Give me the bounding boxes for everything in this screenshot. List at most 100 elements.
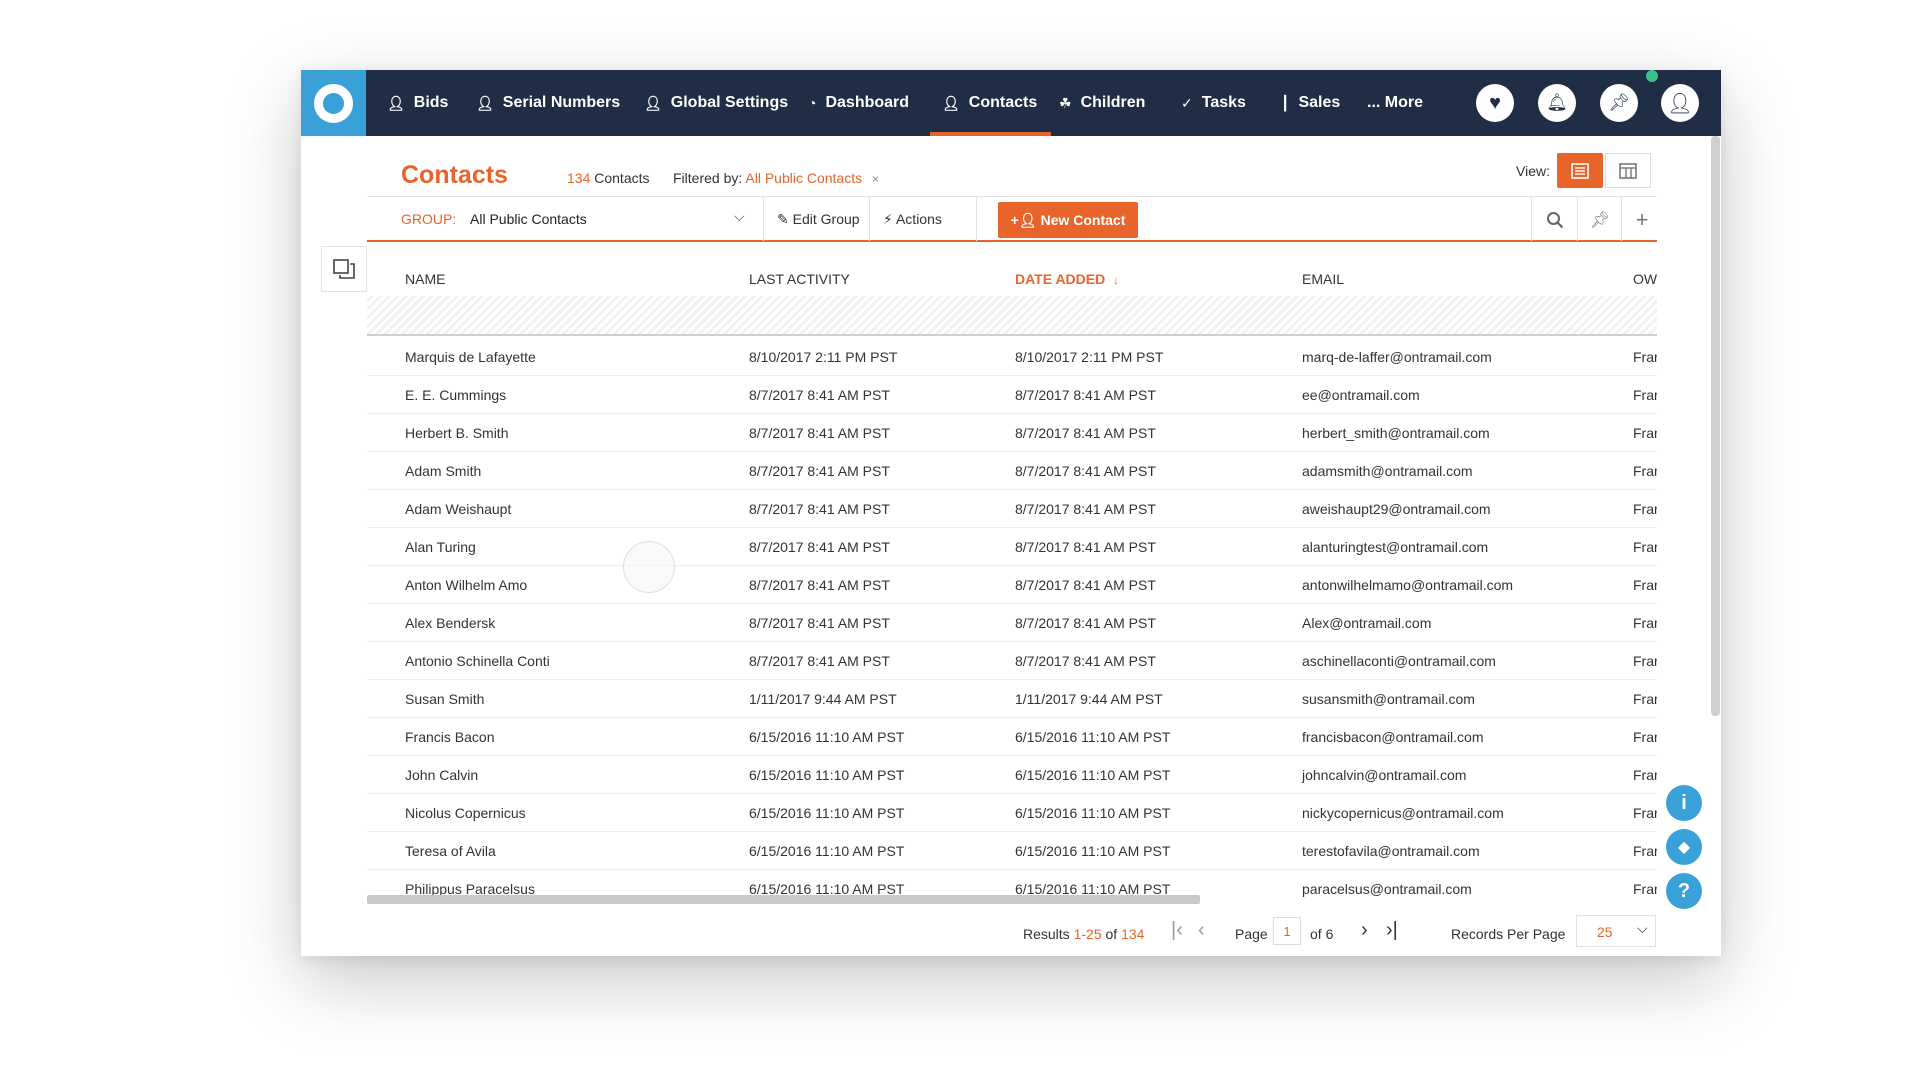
- new-contact-button[interactable]: +👤︎ New Contact: [998, 202, 1138, 238]
- cell-name[interactable]: Nicolus Copernicus: [405, 805, 526, 821]
- column-header-email[interactable]: EMAIL: [1302, 271, 1344, 287]
- table-row[interactable]: Herbert B. Smith 8/7/2017 8:41 AM PST 8/7/…: [367, 414, 1657, 452]
- card-view-button[interactable]: [1605, 153, 1651, 188]
- cell-name[interactable]: Adam Weishaupt: [405, 501, 511, 517]
- cell-email: aschinellaconti@ontramail.com: [1302, 653, 1496, 669]
- page-title: Contacts: [401, 161, 508, 189]
- list-view-button[interactable]: [1557, 153, 1603, 188]
- column-header-owner[interactable]: OWI: [1633, 271, 1657, 287]
- filter-value[interactable]: All Public Contacts: [745, 170, 862, 186]
- search-button[interactable]: [1540, 207, 1570, 233]
- records-per-page-select[interactable]: 25 ⌵: [1576, 915, 1656, 947]
- cell-name[interactable]: Alan Turing: [405, 539, 476, 555]
- help-button[interactable]: ?: [1666, 873, 1702, 909]
- chevron-down-icon[interactable]: ⌵: [734, 208, 745, 225]
- table-row[interactable]: John Calvin 6/15/2016 11:10 AM PST 6/15/20…: [367, 756, 1657, 794]
- table-row[interactable]: Francis Bacon 6/15/2016 11:10 AM PST 6/15/…: [367, 718, 1657, 756]
- notifications-button[interactable]: 🔔︎: [1538, 84, 1576, 122]
- clear-filter-icon[interactable]: ×: [872, 172, 879, 186]
- cell-owner: Frar: [1633, 577, 1657, 593]
- cell-date-added: 8/10/2017 2:11 PM PST: [1015, 349, 1164, 365]
- cell-date-added: 8/7/2017 8:41 AM PST: [1015, 425, 1156, 441]
- first-page-icon[interactable]: |‹: [1171, 919, 1183, 942]
- table-row[interactable]: Adam Weishaupt 8/7/2017 8:41 AM PST 8/7/20…: [367, 490, 1657, 528]
- nav-item-bids[interactable]: 👤︎ Bids: [387, 70, 448, 136]
- pin-view-button[interactable]: 📌︎: [1585, 207, 1615, 233]
- nav-item-dashboard[interactable]: ◔ Dashboard: [808, 70, 909, 136]
- search-icon: [1547, 212, 1564, 229]
- add-column-button[interactable]: +: [1627, 207, 1657, 233]
- nav-item-contacts[interactable]: 👤︎ Contacts: [929, 70, 1052, 136]
- edit-group-button[interactable]: ✎ Edit Group: [777, 211, 860, 228]
- avatar[interactable]: 👤︎: [1661, 84, 1699, 122]
- cell-name[interactable]: Susan Smith: [405, 691, 484, 707]
- prev-page-icon[interactable]: ‹: [1198, 919, 1205, 942]
- cell-email: antonwilhelmamo@ontramail.com: [1302, 577, 1514, 593]
- cell-owner: Frar: [1633, 881, 1657, 897]
- table-row[interactable]: Teresa of Avila 6/15/2016 11:10 AM PST 6/1…: [367, 832, 1657, 870]
- select-all-toggle[interactable]: [321, 246, 367, 292]
- table-row[interactable]: Antonio Schinella Conti 8/7/2017 8:41 AM …: [367, 642, 1657, 680]
- pin-button[interactable]: 📌︎: [1600, 84, 1638, 122]
- table-row[interactable]: Nicolus Copernicus 6/15/2016 11:10 AM PST…: [367, 794, 1657, 832]
- favorites-button[interactable]: ♥: [1476, 84, 1514, 122]
- cell-owner: Frar: [1633, 349, 1657, 365]
- page-number-input[interactable]: 1: [1273, 917, 1301, 945]
- cell-last-activity: 8/7/2017 8:41 AM PST: [749, 425, 890, 441]
- nav-item-global-settings[interactable]: 👤︎ Global Settings: [644, 70, 788, 136]
- nav-item-children[interactable]: ☘ Children: [1059, 70, 1145, 136]
- column-header-date-added[interactable]: DATE ADDED ↓: [1015, 271, 1119, 287]
- info-button[interactable]: i: [1666, 785, 1702, 821]
- next-page-icon[interactable]: ›: [1361, 919, 1368, 942]
- nav-item-serial-numbers[interactable]: 👤︎ Serial Numbers: [476, 70, 620, 136]
- academy-button[interactable]: ◆: [1666, 829, 1702, 865]
- table-row[interactable]: Adam Smith 8/7/2017 8:41 AM PST 8/7/2017 8…: [367, 452, 1657, 490]
- cell-name[interactable]: Antonio Schinella Conti: [405, 653, 550, 669]
- table-row[interactable]: Alan Turing 8/7/2017 8:41 AM PST 8/7/2017 …: [367, 528, 1657, 566]
- last-page-icon[interactable]: ›|: [1386, 919, 1398, 942]
- nav-item-tasks[interactable]: ✓ Tasks: [1181, 70, 1246, 136]
- actions-label: Actions: [895, 211, 942, 227]
- table-row[interactable]: Alex Bendersk 8/7/2017 8:41 AM PST 8/7/201…: [367, 604, 1657, 642]
- vertical-scrollbar[interactable]: [1711, 136, 1720, 716]
- contacts-table: NAME LAST ACTIVITY DATE ADDED ↓ EMAIL OW…: [367, 244, 1657, 898]
- cell-name[interactable]: Adam Smith: [405, 463, 481, 479]
- cell-last-activity: 8/7/2017 8:41 AM PST: [749, 463, 890, 479]
- cell-name[interactable]: Teresa of Avila: [405, 843, 496, 859]
- cell-owner: Frar: [1633, 767, 1657, 783]
- cell-owner: Frar: [1633, 729, 1657, 745]
- nav-label: Tasks: [1201, 94, 1246, 111]
- cell-name[interactable]: John Calvin: [405, 767, 478, 783]
- cell-name[interactable]: Anton Wilhelm Amo: [405, 577, 527, 593]
- cell-email: herbert_smith@ontramail.com: [1302, 425, 1490, 441]
- results-summary: Results 1-25 of 134: [1023, 926, 1144, 942]
- cell-name[interactable]: Alex Bendersk: [405, 615, 495, 631]
- cell-name[interactable]: Herbert B. Smith: [405, 425, 508, 441]
- cell-name[interactable]: E. E. Cummings: [405, 387, 506, 403]
- cell-date-added: 8/7/2017 8:41 AM PST: [1015, 653, 1156, 669]
- cell-last-activity: 6/15/2016 11:10 AM PST: [749, 843, 905, 859]
- cell-email: marq-de-laffer@ontramail.com: [1302, 349, 1492, 365]
- logo-ring-icon: [314, 84, 353, 123]
- status-dot: [1646, 70, 1658, 82]
- column-header-name[interactable]: NAME: [405, 271, 445, 287]
- group-select[interactable]: All Public Contacts: [470, 211, 587, 227]
- new-contact-label: New Contact: [1040, 212, 1126, 228]
- actions-button[interactable]: ⚡︎ Actions: [883, 211, 942, 228]
- table-row[interactable]: Susan Smith 1/11/2017 9:44 AM PST 1/11/201…: [367, 680, 1657, 718]
- column-header-last-activity[interactable]: LAST ACTIVITY: [749, 271, 850, 287]
- results-label: Results: [1023, 926, 1070, 942]
- table-row[interactable]: Anton Wilhelm Amo 8/7/2017 8:41 AM PST 8/7…: [367, 566, 1657, 604]
- nav-item-more[interactable]: ... More: [1367, 70, 1423, 136]
- nav-item-sales[interactable]: ┃ Sales: [1281, 70, 1340, 136]
- app-logo[interactable]: [301, 70, 366, 136]
- table-row[interactable]: Philippus Paracelsus 6/15/2016 11:10 AM P…: [367, 870, 1657, 898]
- cell-last-activity: 6/15/2016 11:10 AM PST: [749, 767, 905, 783]
- horizontal-scrollbar[interactable]: [367, 895, 1200, 904]
- table-row[interactable]: E. E. Cummings 8/7/2017 8:41 AM PST 8/7/20…: [367, 376, 1657, 414]
- table-row[interactable]: Marquis de Lafayette 8/10/2017 2:11 PM PS…: [367, 338, 1657, 376]
- cell-name[interactable]: Francis Bacon: [405, 729, 494, 745]
- cell-name[interactable]: Marquis de Lafayette: [405, 349, 536, 365]
- lightning-icon: ⚡︎: [883, 211, 893, 227]
- cell-owner: Frar: [1633, 425, 1657, 441]
